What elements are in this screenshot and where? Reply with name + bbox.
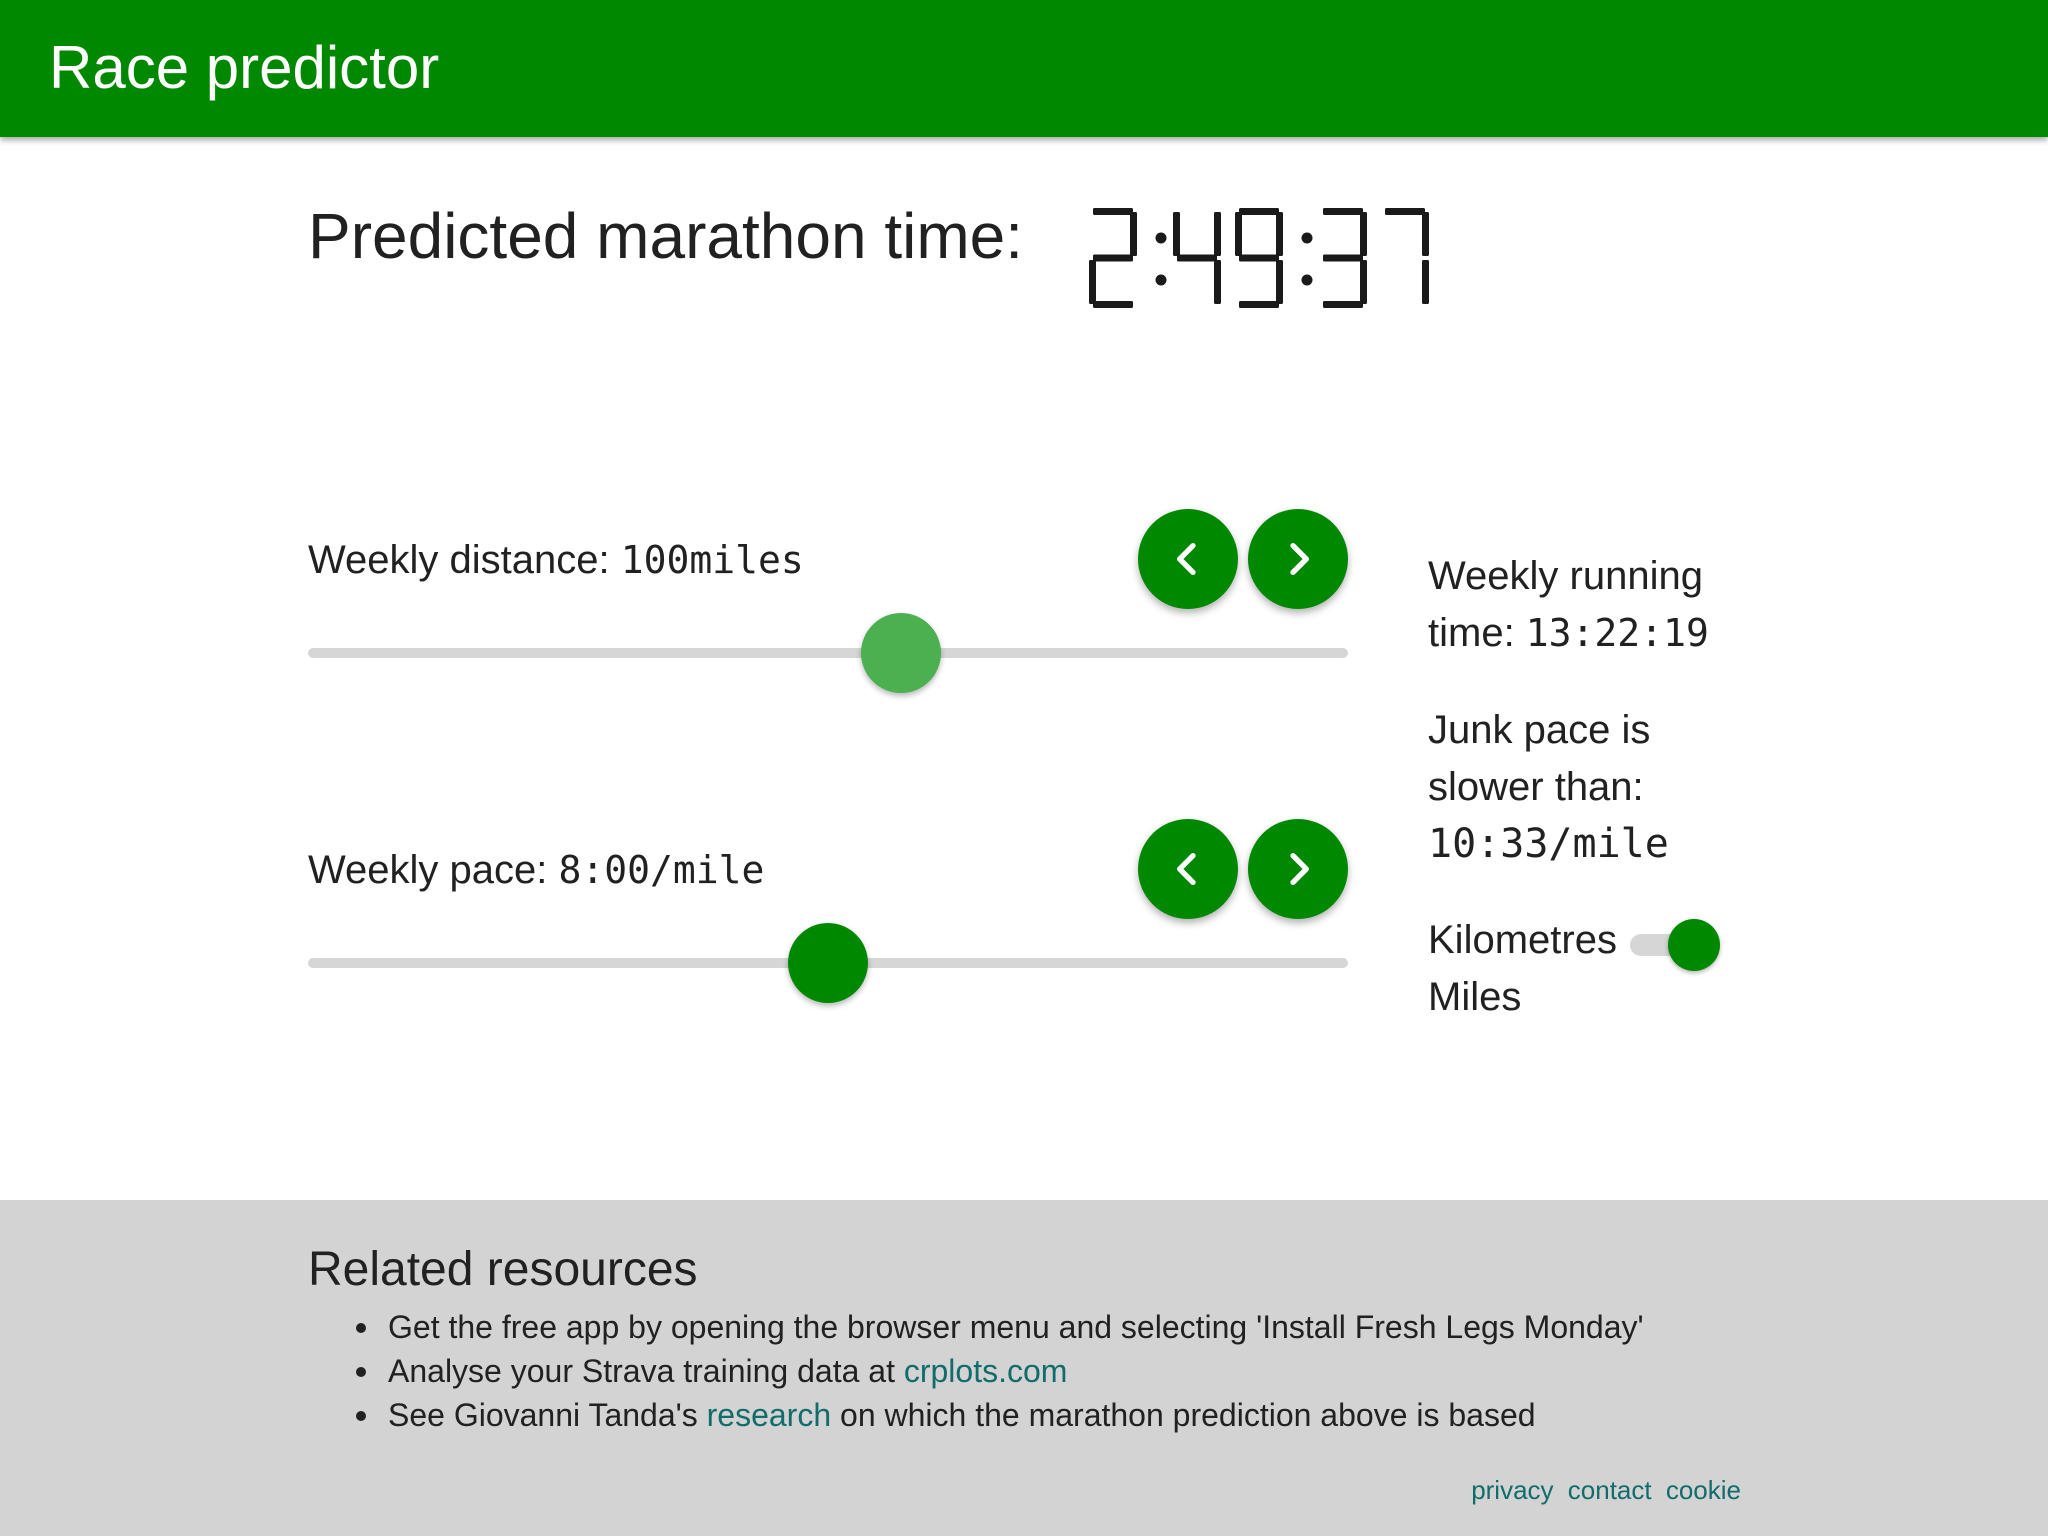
pace-decrease-button[interactable] — [1138, 819, 1238, 919]
crplots-link[interactable]: crplots.com — [904, 1353, 1068, 1389]
junk-pace-line2: slower than: — [1428, 765, 1644, 809]
lcd-colon-dot — [1155, 274, 1167, 286]
lcd-segment — [1360, 212, 1367, 256]
research-text-post: on which the marathon prediction above i… — [831, 1397, 1536, 1433]
lcd-segment — [1422, 260, 1429, 304]
weekly-pace-value: 8:00/mile — [558, 848, 765, 892]
lcd-segment — [1093, 208, 1133, 215]
app-title: Race predictor — [49, 34, 440, 101]
distance-increase-button[interactable] — [1248, 509, 1348, 609]
chevron-right-icon — [1290, 853, 1309, 885]
distance-decrease-button[interactable] — [1138, 509, 1238, 609]
lcd-segment — [1235, 212, 1242, 256]
chevron-left-icon — [1177, 543, 1196, 575]
predicted-time-display — [1089, 208, 1429, 308]
lcd-segment — [1360, 260, 1367, 304]
lcd-segment — [1323, 254, 1363, 262]
weekly-running-time-line2: time: 13:22:19 — [1428, 605, 1709, 662]
lcd-colon-dot — [1301, 274, 1313, 286]
app-bar: Race predictor — [0, 0, 2048, 137]
weekly-distance-slider-thumb[interactable] — [860, 613, 941, 693]
chevron-left-icon — [1177, 853, 1196, 885]
lcd-segment — [1130, 212, 1137, 256]
lcd-segment — [1239, 208, 1279, 215]
unit-kilometres-label: Kilometres — [1428, 918, 1617, 962]
lcd-segment — [1089, 260, 1096, 304]
weekly-pace-label: Weekly pace: 8:00/mile — [308, 845, 764, 895]
junk-pace-value: 10:33/mile — [1428, 821, 1669, 867]
related-resources-heading: Related resources — [308, 1243, 698, 1296]
weekly-running-time-caption: time: — [1428, 611, 1526, 655]
lcd-segment — [1093, 254, 1133, 262]
contact-link[interactable]: contact — [1568, 1475, 1652, 1505]
lcd-segment — [1214, 212, 1221, 256]
lcd-colon-dot — [1155, 232, 1167, 244]
lcd-segment — [1093, 301, 1133, 308]
lcd-segment — [1214, 260, 1221, 304]
lcd-segment — [1385, 208, 1425, 215]
cookie-link[interactable]: cookie — [1666, 1475, 1741, 1505]
list-item: Get the free app by opening the browser … — [356, 1305, 1644, 1349]
research-link[interactable]: research — [707, 1397, 832, 1433]
lcd-colon-dot — [1301, 232, 1313, 244]
lcd-segment — [1239, 301, 1279, 308]
unit-toggle-thumb[interactable] — [1668, 919, 1720, 971]
weekly-pace-slider-thumb[interactable] — [788, 923, 868, 1003]
lcd-segment — [1323, 301, 1363, 308]
weekly-pace-caption: Weekly pace: — [308, 848, 559, 892]
unit-miles-label: Miles — [1428, 975, 1522, 1019]
research-text-pre: See Giovanni Tanda's — [388, 1397, 707, 1433]
weekly-running-time-value: 13:22:19 — [1525, 611, 1709, 655]
lcd-segment — [1239, 254, 1279, 262]
lcd-segment — [1173, 212, 1180, 256]
junk-pace-line1: Junk pace is — [1428, 708, 1651, 752]
install-app-text: Get the free app by opening the browser … — [388, 1309, 1644, 1345]
weekly-distance-label: Weekly distance: 100miles — [308, 535, 804, 585]
list-item: Analyse your Strava training data at crp… — [356, 1349, 1644, 1393]
chevron-right-icon — [1290, 543, 1309, 575]
lcd-segment — [1422, 212, 1429, 256]
lcd-segment — [1276, 260, 1283, 304]
privacy-link[interactable]: privacy — [1471, 1475, 1553, 1505]
prediction-label: Predicted marathon time: — [308, 200, 1023, 272]
weekly-distance-caption: Weekly distance: — [308, 538, 621, 582]
weekly-distance-value: 100miles — [620, 538, 804, 582]
weekly-distance-slider[interactable] — [308, 648, 1348, 658]
resources-list: Get the free app by opening the browser … — [356, 1305, 1644, 1437]
lcd-segment — [1323, 208, 1363, 215]
strava-text: Analyse your Strava training data at — [388, 1353, 904, 1389]
footer-links: privacy contact cookie — [1464, 1473, 1741, 1507]
pace-increase-button[interactable] — [1248, 819, 1348, 919]
weekly-running-time-line1: Weekly running — [1428, 554, 1703, 598]
lcd-segment — [1276, 212, 1283, 256]
lcd-segment — [1177, 254, 1217, 262]
list-item: See Giovanni Tanda's research on which t… — [356, 1393, 1644, 1437]
